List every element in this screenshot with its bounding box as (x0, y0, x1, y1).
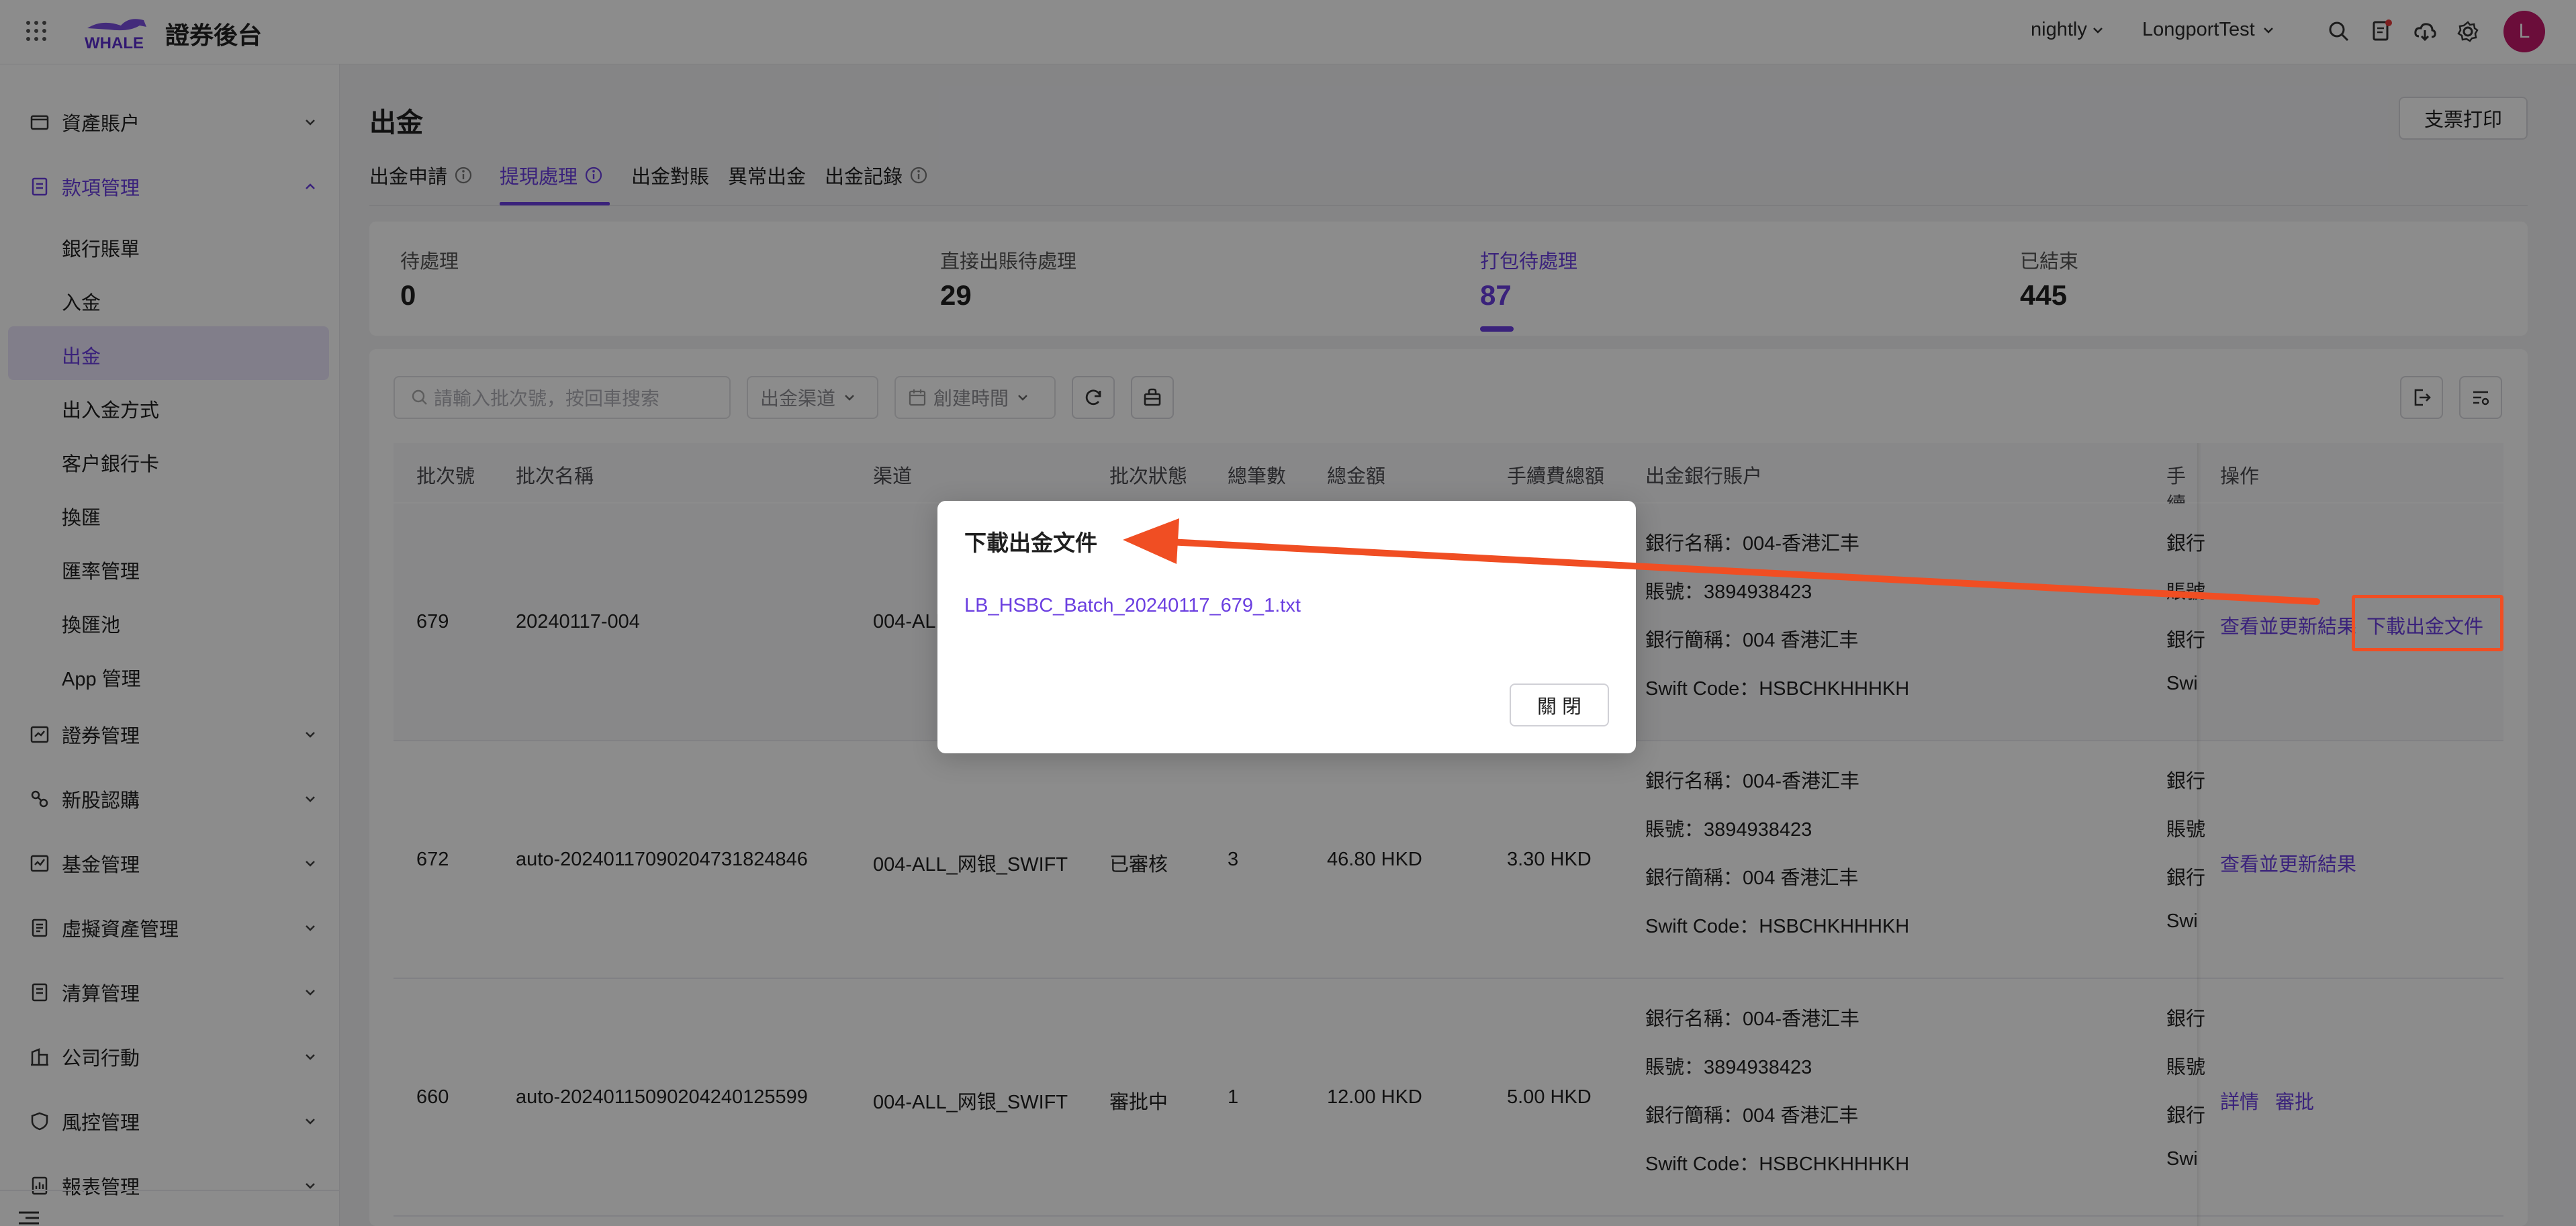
annotation-highlight-box (2352, 595, 2503, 651)
download-file-modal: 下載出金文件 LB_HSBC_Batch_20240117_679_1.txt … (937, 501, 1636, 753)
withdraw-file-link[interactable]: LB_HSBC_Batch_20240117_679_1.txt (964, 595, 1301, 617)
modal-title: 下載出金文件 (964, 530, 1097, 555)
close-button[interactable]: 關 閉 (1510, 683, 1609, 726)
